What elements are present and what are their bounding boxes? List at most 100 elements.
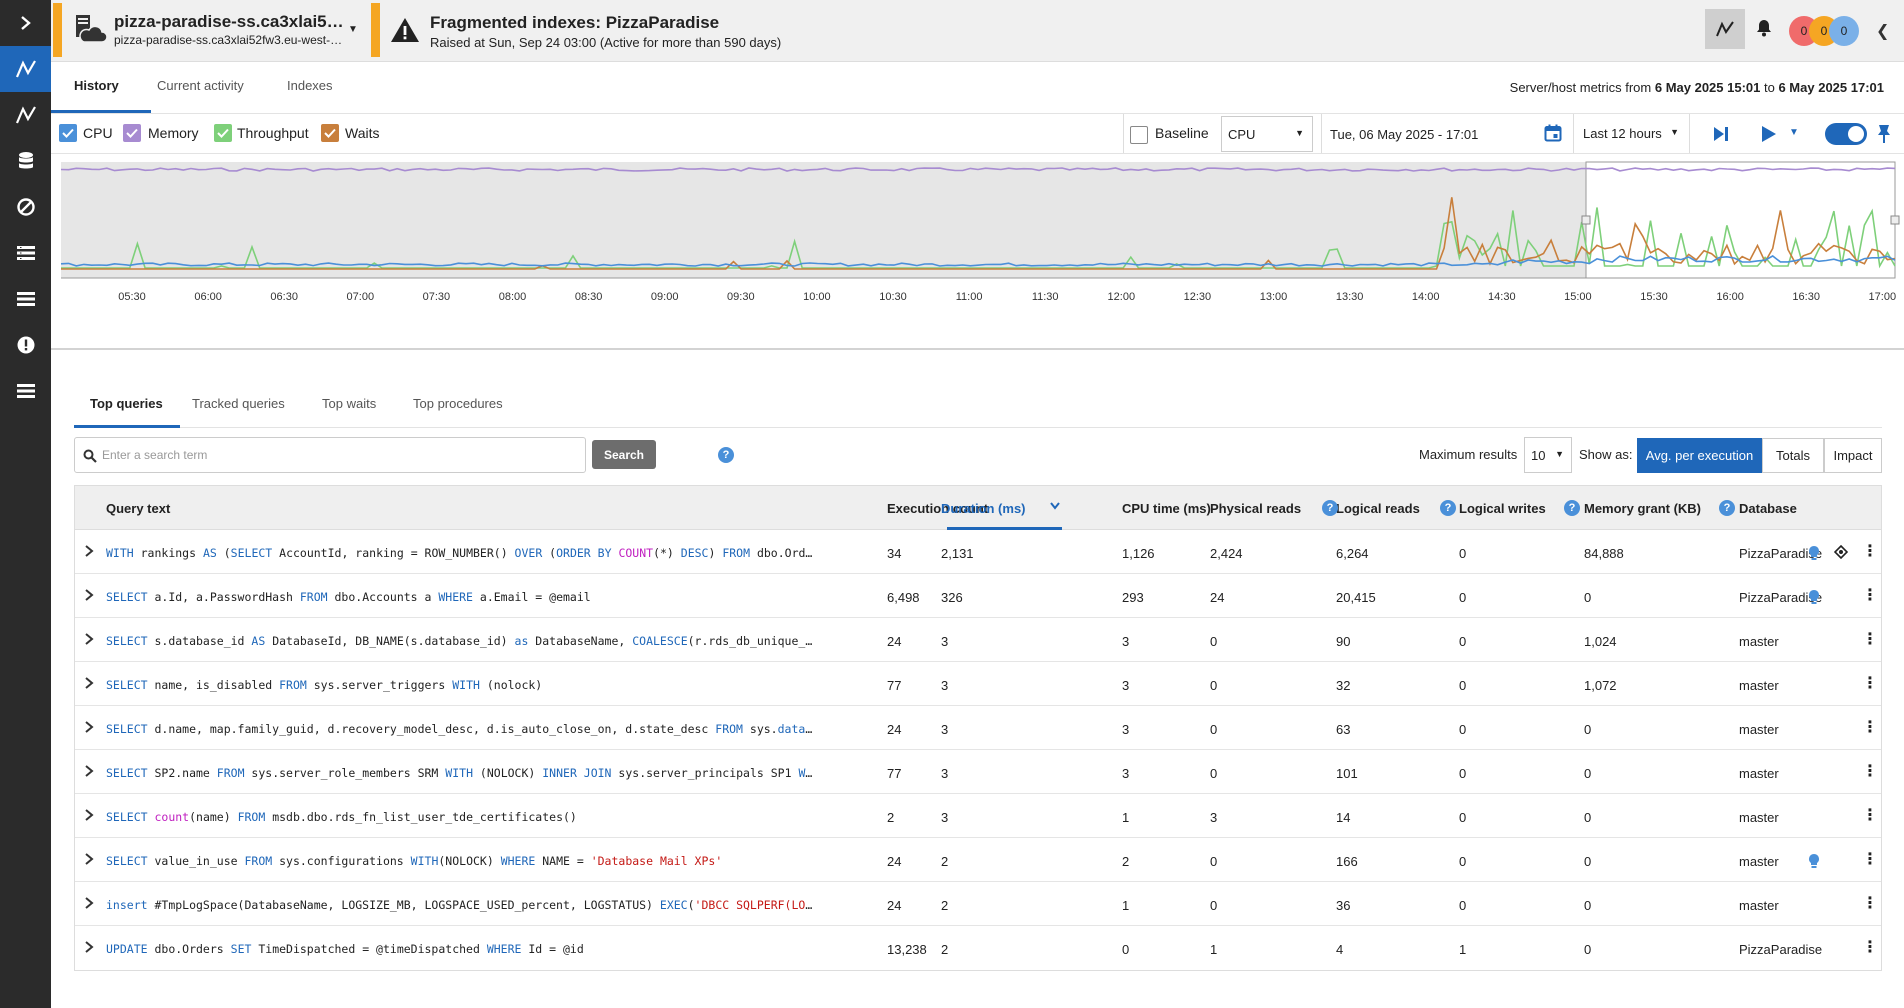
play-icon[interactable] — [1761, 125, 1777, 143]
tab-tracked-queries[interactable]: Tracked queries — [192, 396, 285, 411]
physical-reads-help-icon[interactable]: ? — [1322, 500, 1338, 516]
selection-right-handle[interactable] — [1890, 215, 1900, 225]
sidebar-item-blocking[interactable] — [0, 184, 51, 230]
lightbulb-icon[interactable] — [1808, 853, 1820, 869]
col-logical-reads[interactable]: Logical reads — [1336, 501, 1420, 516]
expand-row-icon[interactable] — [83, 720, 95, 734]
table-row[interactable]: SELECT count(name) FROM msdb.dbo.rds_fn_… — [75, 794, 1881, 838]
avg-per-execution-button[interactable]: Avg. per execution — [1637, 438, 1762, 473]
sidebar-item-analysis[interactable] — [0, 92, 51, 138]
more-options-icon[interactable]: ⋮ — [1862, 632, 1878, 648]
table-row[interactable]: SELECT a.Id, a.PasswordHash FROM dbo.Acc… — [75, 574, 1881, 618]
date-picker-input[interactable]: Tue, 06 May 2025 - 17:01 — [1323, 117, 1563, 151]
expand-row-icon[interactable] — [83, 632, 95, 646]
more-options-icon[interactable]: ⋮ — [1862, 720, 1878, 736]
skip-to-end-icon[interactable] — [1713, 126, 1729, 142]
query-text[interactable]: SELECT value_in_use FROM sys.configurati… — [106, 854, 818, 868]
query-text[interactable]: SELECT SP2.name FROM sys.server_role_mem… — [106, 766, 818, 780]
more-options-icon[interactable]: ⋮ — [1862, 852, 1878, 868]
table-row[interactable]: SELECT SP2.name FROM sys.server_role_mem… — [75, 750, 1881, 794]
calendar-icon[interactable] — [1544, 124, 1562, 142]
alert-banner[interactable]: Fragmented indexes: PizzaParadise Raised… — [382, 3, 1682, 57]
memory-checkbox[interactable] — [123, 124, 141, 142]
sidebar-item-configuration[interactable] — [0, 368, 51, 414]
lightbulb-icon[interactable] — [1808, 589, 1820, 605]
col-database[interactable]: Database — [1739, 501, 1797, 516]
expand-row-icon[interactable] — [83, 808, 95, 822]
cpu-checkbox[interactable] — [59, 124, 77, 142]
query-text[interactable]: SELECT name, is_disabled FROM sys.server… — [106, 678, 818, 692]
table-row[interactable]: SELECT s.database_id AS DatabaseId, DB_N… — [75, 618, 1881, 662]
table-row[interactable]: WITH rankings AS (SELECT AccountId, rank… — [75, 530, 1881, 574]
metrics-toggle-button[interactable] — [1705, 9, 1745, 49]
impact-button[interactable]: Impact — [1824, 438, 1882, 473]
sort-indicator[interactable] — [1049, 500, 1061, 514]
time-range-select[interactable]: Last 12 hours ▼ — [1577, 116, 1687, 152]
logical-writes-help-icon[interactable]: ? — [1564, 500, 1580, 516]
max-results-select[interactable]: 10 ▼ — [1524, 437, 1572, 473]
alert-count-low[interactable]: 0 — [1829, 16, 1859, 46]
logical-reads-help-icon[interactable]: ? — [1440, 500, 1456, 516]
table-row[interactable]: UPDATE dbo.Orders SET TimeDispatched = @… — [75, 926, 1881, 970]
lightbulb-icon[interactable] — [1808, 545, 1820, 561]
timeline-chart[interactable]: 05:30 06:00 06:30 07:00 07:30 08:00 08:30 09:00… — [51, 154, 1904, 350]
sidebar-item-alerts[interactable] — [0, 322, 51, 368]
more-options-icon[interactable]: ⋮ — [1862, 808, 1878, 824]
table-row[interactable]: SELECT value_in_use FROM sys.configurati… — [75, 838, 1881, 882]
search-input[interactable]: Enter a search term — [74, 437, 586, 473]
baseline-checkbox[interactable] — [1130, 126, 1148, 144]
query-text[interactable]: SELECT count(name) FROM msdb.dbo.rds_fn_… — [106, 810, 818, 824]
col-memory-grant[interactable]: Memory grant (KB) — [1584, 501, 1701, 516]
bell-icon[interactable] — [1756, 19, 1772, 37]
selection-left-handle[interactable] — [1581, 215, 1591, 225]
table-row[interactable]: SELECT d.name, map.family_guid, d.recove… — [75, 706, 1881, 750]
play-options-icon[interactable]: ▼ — [1789, 127, 1799, 138]
col-duration[interactable]: Duration (ms) — [941, 501, 1026, 516]
more-options-icon[interactable]: ⋮ — [1862, 588, 1878, 604]
col-logical-writes[interactable]: Logical writes — [1459, 501, 1546, 516]
expand-sidebar-button[interactable] — [0, 0, 51, 46]
expand-row-icon[interactable] — [83, 676, 95, 690]
tab-top-queries[interactable]: Top queries — [90, 396, 163, 411]
help-icon[interactable]: ? — [718, 447, 734, 463]
expand-row-icon[interactable] — [83, 852, 95, 866]
query-text[interactable]: SELECT d.name, map.family_guid, d.recove… — [106, 722, 818, 736]
expand-row-icon[interactable] — [83, 764, 95, 778]
tab-indexes[interactable]: Indexes — [287, 78, 333, 93]
waits-checkbox[interactable] — [321, 124, 339, 142]
col-physical-reads[interactable]: Physical reads — [1210, 501, 1301, 516]
col-cpu-time[interactable]: CPU time (ms) — [1122, 501, 1211, 516]
more-options-icon[interactable]: ⋮ — [1862, 676, 1878, 692]
tab-top-waits[interactable]: Top waits — [322, 396, 376, 411]
col-query-text[interactable]: Query text — [106, 501, 170, 516]
more-options-icon[interactable]: ⋮ — [1862, 896, 1878, 912]
baseline-metric-select[interactable]: CPU ▼ — [1221, 116, 1313, 152]
query-text[interactable]: WITH rankings AS (SELECT AccountId, rank… — [106, 546, 818, 560]
more-options-icon[interactable]: ⋮ — [1862, 764, 1878, 780]
table-row[interactable]: insert #TmpLogSpace(DatabaseName, LOGSIZ… — [75, 882, 1881, 926]
sidebar-item-overview[interactable] — [0, 46, 51, 92]
expand-row-icon[interactable] — [83, 940, 95, 954]
pin-icon[interactable] — [1876, 124, 1892, 144]
tab-top-procedures[interactable]: Top procedures — [413, 396, 503, 411]
expand-row-icon[interactable] — [83, 544, 95, 558]
query-text[interactable]: insert #TmpLogSpace(DatabaseName, LOGSIZ… — [106, 898, 818, 912]
live-toggle[interactable] — [1825, 123, 1867, 145]
query-text[interactable]: SELECT s.database_id AS DatabaseId, DB_N… — [106, 634, 818, 648]
more-options-icon[interactable]: ⋮ — [1862, 940, 1878, 956]
server-name[interactable]: pizza-paradise-ss.ca3xlai52fw3.eu-west-1… — [114, 12, 344, 32]
query-text[interactable]: SELECT a.Id, a.PasswordHash FROM dbo.Acc… — [106, 590, 818, 604]
search-button[interactable]: Search — [592, 440, 656, 469]
more-options-icon[interactable]: ⋮ — [1862, 544, 1878, 560]
tab-history[interactable]: History — [74, 78, 119, 93]
expand-row-icon[interactable] — [83, 588, 95, 602]
sidebar-item-servers[interactable] — [0, 276, 51, 322]
collapse-panel-icon[interactable]: ❮ — [1876, 21, 1889, 41]
query-plan-icon[interactable] — [1834, 545, 1848, 559]
timeline-svg[interactable]: 05:30 06:00 06:30 07:00 07:30 08:00 08:30 09:00… — [51, 154, 1904, 350]
server-dropdown-icon[interactable]: ▼ — [348, 24, 358, 35]
memory-grant-help-icon[interactable]: ? — [1719, 500, 1735, 516]
throughput-checkbox[interactable] — [214, 124, 232, 142]
expand-row-icon[interactable] — [83, 896, 95, 910]
totals-button[interactable]: Totals — [1762, 438, 1824, 473]
